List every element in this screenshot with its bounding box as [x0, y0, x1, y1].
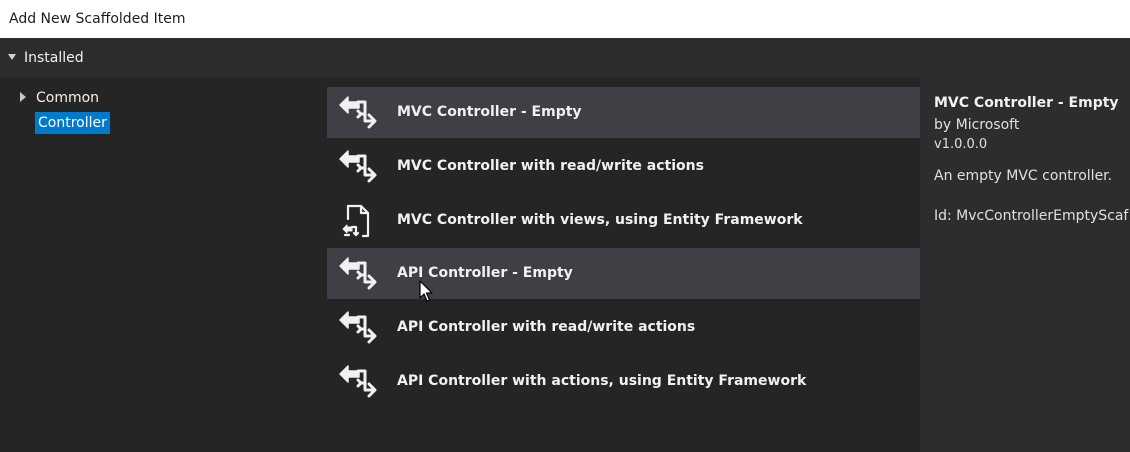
tree-item-label: Common — [36, 90, 100, 106]
details-version: v1.0.0.0 — [934, 137, 988, 152]
controller-views-document-icon — [342, 204, 370, 238]
template-label: MVC Controller with views, using Entity … — [397, 212, 803, 228]
controller-arrows-icon — [339, 311, 377, 344]
template-item-api-read-write[interactable]: API Controller with read/write actions — [327, 302, 920, 353]
tree-item-common[interactable]: Common — [20, 88, 99, 108]
expand-triangle-icon[interactable] — [8, 54, 16, 60]
controller-arrows-icon — [339, 257, 377, 290]
details-description: An empty MVC controller. — [934, 168, 1113, 184]
template-label: API Controller with actions, using Entit… — [397, 373, 807, 389]
template-list: MVC Controller - Empty MVC Controller wi… — [327, 78, 920, 452]
template-item-api-actions-ef[interactable]: API Controller with actions, using Entit… — [327, 356, 920, 407]
installed-header-label: Installed — [24, 50, 84, 66]
installed-header[interactable]: Installed — [0, 38, 1130, 78]
details-pane: MVC Controller - Empty by Microsoft v1.0… — [920, 78, 1130, 452]
details-author: by Microsoft — [934, 117, 1020, 133]
template-label: MVC Controller with read/write actions — [397, 158, 704, 174]
template-item-api-empty[interactable]: API Controller - Empty — [327, 248, 920, 299]
category-tree: Common Controller — [0, 78, 327, 452]
template-item-mvc-empty[interactable]: MVC Controller - Empty — [327, 87, 920, 138]
controller-arrows-icon — [339, 365, 377, 398]
mouse-cursor-icon — [419, 280, 433, 302]
controller-arrows-icon — [339, 150, 377, 183]
template-label: API Controller with read/write actions — [397, 319, 696, 335]
tree-item-controller[interactable]: Controller — [35, 112, 110, 134]
collapsed-triangle-icon[interactable] — [20, 92, 26, 102]
template-item-mvc-read-write[interactable]: MVC Controller with read/write actions — [327, 141, 920, 192]
controller-arrows-icon — [339, 96, 377, 129]
template-label: MVC Controller - Empty — [397, 104, 582, 120]
template-item-mvc-views-ef[interactable]: MVC Controller with views, using Entity … — [327, 195, 920, 246]
details-id: Id: MvcControllerEmptyScaf — [934, 208, 1129, 224]
details-template-name: MVC Controller - Empty — [934, 95, 1119, 111]
window-title: Add New Scaffolded Item — [0, 0, 1130, 38]
